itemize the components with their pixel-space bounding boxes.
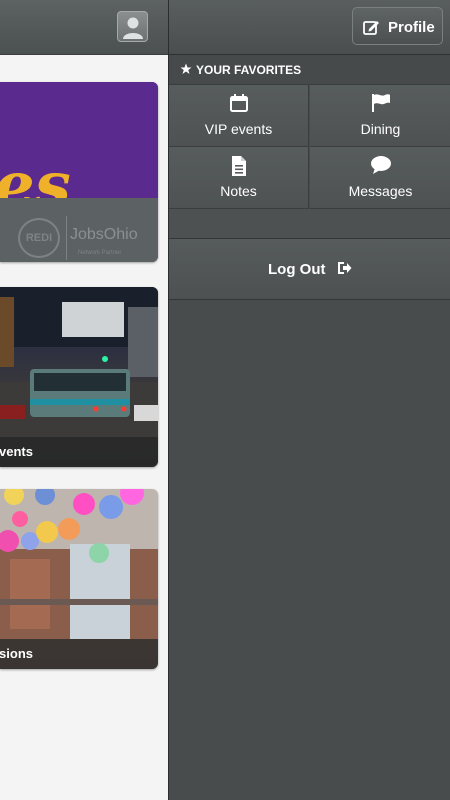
favorite-label: VIP events [204, 121, 273, 137]
streetcar-photo [0, 287, 158, 437]
favorite-label: Notes [220, 183, 257, 199]
redi-logo: REDI [18, 218, 60, 258]
flag-icon [372, 94, 390, 112]
document-icon [232, 156, 246, 176]
card-excursions[interactable]: rsions [0, 489, 158, 669]
favorite-vip-events[interactable]: VIP events [169, 85, 309, 147]
jobsohio-logo-subtitle: Network Partner [78, 250, 122, 256]
sign-out-icon [338, 262, 352, 274]
partner-logos: REDI JobsOhio Network Partner [0, 198, 158, 262]
avatar-button[interactable] [117, 11, 148, 42]
main-header [0, 0, 168, 55]
jobsohio-logo: JobsOhio [70, 226, 138, 243]
favorite-notes[interactable]: Notes [169, 147, 309, 209]
favorite-label: Messages [348, 183, 413, 199]
lanterns-photo [0, 489, 158, 639]
favorites-heading: YOUR FAVORITES [169, 55, 450, 85]
favorite-label: Dining [360, 121, 401, 137]
calendar-icon [230, 94, 248, 112]
card-events-label: vents [0, 437, 158, 467]
favorite-messages[interactable]: Messages [310, 147, 450, 209]
card-events[interactable]: vents [0, 287, 158, 467]
promo-card-partners[interactable]: es REDI JobsOhio Network Partner [0, 82, 158, 262]
profile-button-label: Profile [388, 19, 435, 36]
logo-divider [66, 216, 67, 260]
card-excursions-label: rsions [0, 639, 158, 669]
edit-icon [363, 21, 379, 35]
menu-divider [169, 209, 450, 239]
logout-label: Log Out [268, 261, 326, 278]
user-icon [123, 17, 143, 39]
main-content-view: es REDI JobsOhio Network Partner vents [0, 0, 168, 800]
favorite-dining[interactable]: Dining [310, 85, 450, 147]
logout-button[interactable]: Log Out [169, 239, 450, 300]
speech-bubble-icon [371, 156, 391, 174]
menu-header: Profile [169, 0, 450, 55]
side-menu: Profile YOUR FAVORITES VIP events Dining [168, 0, 450, 800]
star-icon [180, 63, 192, 74]
profile-button[interactable]: Profile [352, 7, 443, 45]
